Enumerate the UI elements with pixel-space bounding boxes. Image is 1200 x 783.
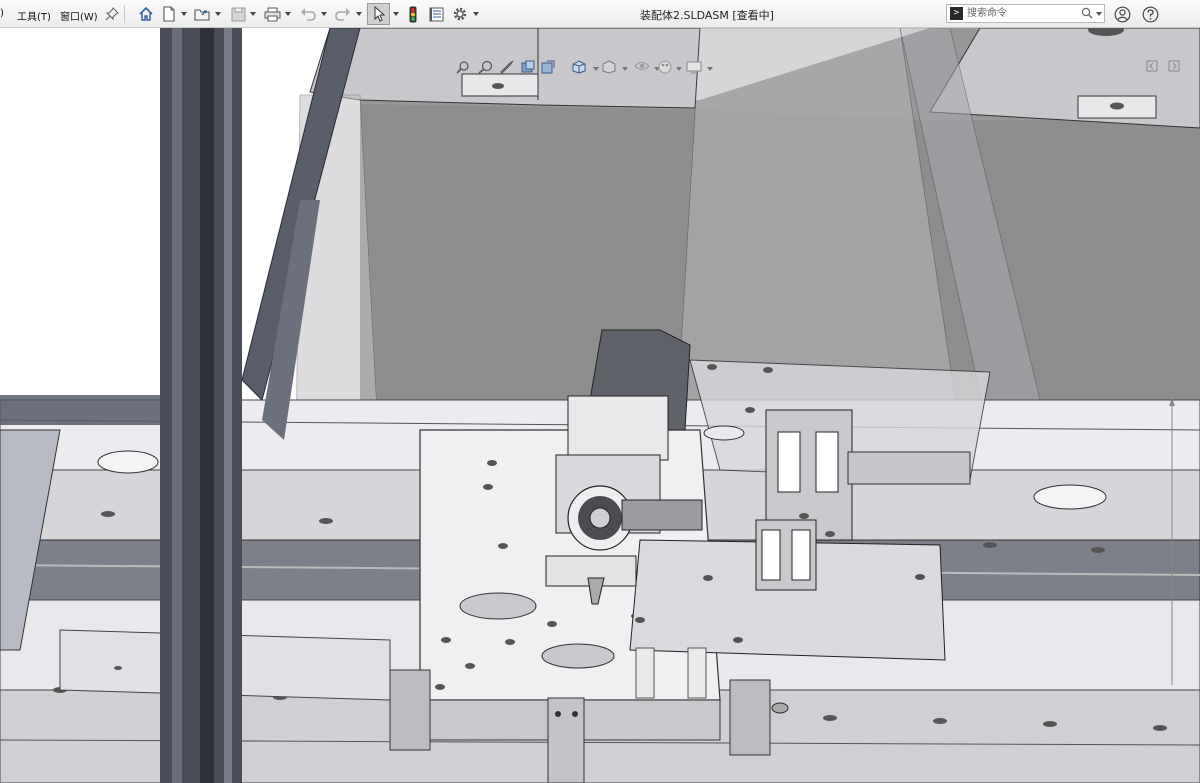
open-dropdown-arrow[interactable]: [214, 6, 222, 22]
zoom-to-area-icon[interactable]: [478, 60, 496, 78]
select-pointer-icon[interactable]: [367, 3, 390, 25]
view-settings-icon[interactable]: [686, 60, 704, 78]
end-bracket: [547, 697, 585, 783]
search-icon[interactable]: [1081, 7, 1093, 22]
zoom-to-fit-icon[interactable]: [456, 60, 474, 78]
print-icon[interactable]: [262, 4, 282, 24]
help-icon[interactable]: [1140, 4, 1160, 24]
graphics-area[interactable]: [0, 28, 1200, 783]
select-dropdown-arrow[interactable]: [392, 6, 400, 22]
section-view-icon[interactable]: [520, 60, 538, 78]
appearance-dropdown-arrow[interactable]: [676, 66, 682, 72]
view-orientation-icon[interactable]: [572, 60, 590, 78]
view-orientation-dropdown-arrow[interactable]: [593, 66, 599, 72]
display-style-dropdown-arrow[interactable]: [622, 66, 628, 72]
options-gear-icon[interactable]: [450, 4, 470, 24]
rebuild-traffic-light-icon[interactable]: [403, 4, 423, 24]
previous-view-icon[interactable]: [500, 60, 518, 78]
menu-item-partial[interactable]: ): [0, 8, 4, 19]
home-icon[interactable]: [136, 4, 156, 24]
search-dropdown-arrow[interactable]: [1096, 12, 1102, 16]
title-bar: ) 工具(T) 窗口(W) 装配体2.SLDASM [查看中] > 搜索命令: [0, 0, 1200, 28]
collapse-panel-icon[interactable]: [1146, 60, 1164, 78]
save-icon[interactable]: [228, 4, 248, 24]
save-dropdown-arrow[interactable]: [249, 6, 257, 22]
open-folder-icon[interactable]: [192, 4, 212, 24]
user-account-icon[interactable]: [1112, 4, 1132, 24]
view-settings-dropdown-arrow[interactable]: [707, 66, 713, 72]
file-properties-icon[interactable]: [426, 4, 446, 24]
undo-dropdown-arrow[interactable]: [320, 6, 328, 22]
menu-item-window[interactable]: 窗口(W): [60, 8, 98, 23]
print-dropdown-arrow[interactable]: [284, 6, 292, 22]
dynamic-annotation-view-icon[interactable]: [541, 60, 559, 78]
document-title: 装配体2.SLDASM [查看中]: [640, 9, 774, 22]
options-dropdown-arrow[interactable]: [472, 6, 480, 22]
search-commands-box[interactable]: >: [946, 4, 1105, 23]
toolbar-separator: [124, 5, 125, 23]
search-input[interactable]: [967, 6, 1077, 21]
redo-dropdown-arrow[interactable]: [355, 6, 363, 22]
command-prompt-icon: >: [950, 7, 963, 20]
edit-appearance-icon[interactable]: [658, 60, 676, 78]
undo-icon[interactable]: [298, 4, 318, 24]
display-style-icon[interactable]: [602, 60, 620, 78]
redo-icon[interactable]: [333, 4, 353, 24]
pin-icon[interactable]: [102, 4, 122, 24]
expand-panel-icon[interactable]: [1168, 60, 1186, 78]
menu-item-tools[interactable]: 工具(T): [17, 8, 51, 23]
hide-show-items-icon[interactable]: [634, 60, 652, 78]
cad-model-render: [0, 28, 1200, 783]
new-document-icon[interactable]: [159, 4, 179, 24]
new-dropdown-arrow[interactable]: [180, 6, 188, 22]
